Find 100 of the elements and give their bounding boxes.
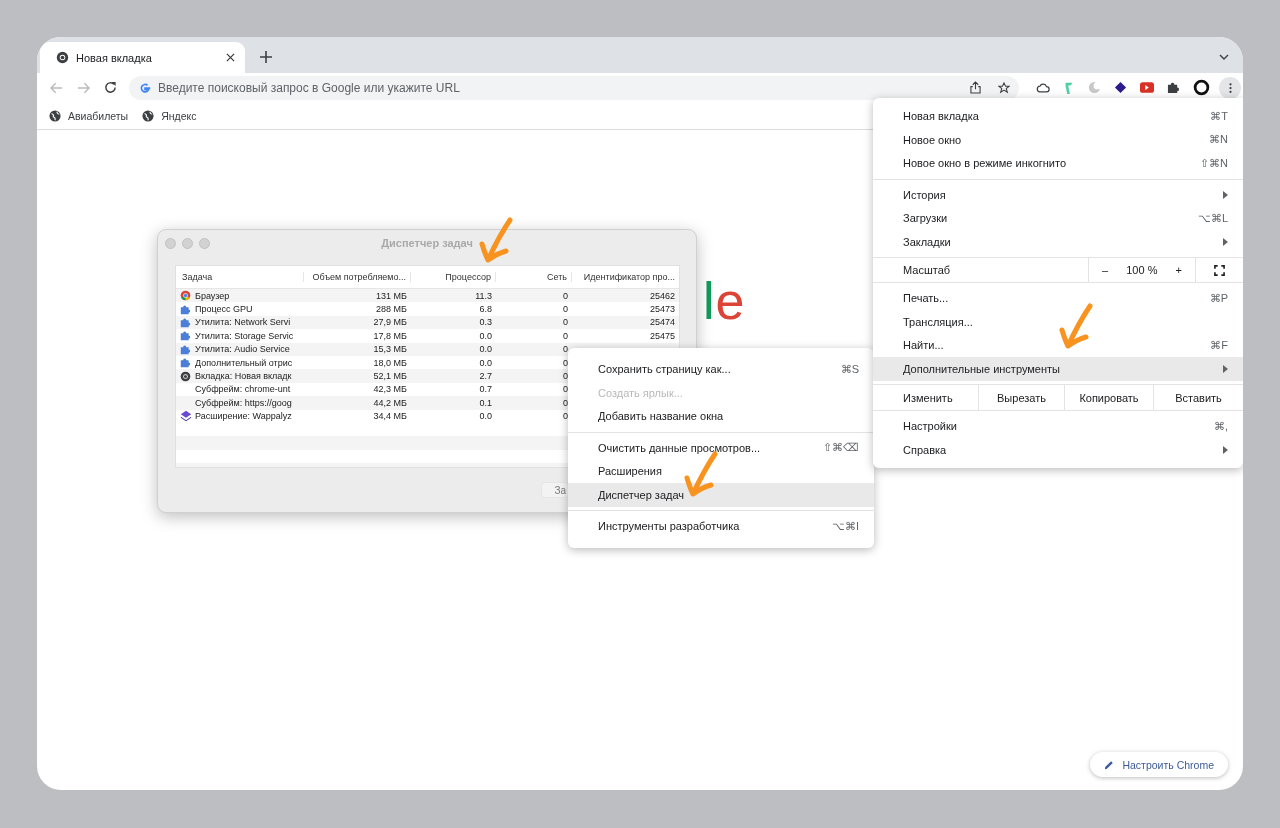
memory-cell-text: 17,8 МБ — [372, 330, 408, 341]
process-id-cell-text: 25475 — [648, 330, 676, 341]
puzzle-icon — [180, 303, 191, 315]
task-cell-text: Субфрейм: https://goog — [194, 397, 293, 408]
new-tab-icon[interactable] — [260, 51, 272, 63]
cpu-cell-text: 0.1 — [478, 397, 493, 408]
cpu-cell-text: 0.0 — [478, 330, 493, 341]
menu-item[interactable]: Закладки — [873, 230, 1243, 254]
menu-item[interactable]: Сохранить страницу как... ⌘S — [568, 357, 874, 381]
column-header[interactable]: Сеть — [496, 272, 572, 282]
memory-cell-text: 15,3 МБ — [372, 344, 408, 355]
process-id-cell-text: 25462 — [648, 290, 676, 301]
network-cell-text: 0 — [562, 344, 569, 355]
column-header[interactable]: Объем потребляемо... — [304, 272, 411, 282]
star-icon[interactable] — [998, 81, 1010, 94]
zoom-out-button[interactable]: – — [1099, 264, 1112, 276]
google-icon — [139, 81, 151, 94]
menu-item[interactable]: Новое окно в режиме инкогнито ⇧⌘N — [873, 151, 1243, 175]
chrome-icon — [56, 51, 69, 64]
task-cell: Расширение: Wappalyz — [176, 410, 304, 423]
browser-tab[interactable]: Новая вкладка — [40, 42, 245, 73]
network-cell-text: 0 — [562, 357, 569, 368]
globe-icon — [49, 109, 61, 122]
window-title: Диспетчер задач — [380, 237, 474, 249]
zoom-value: 100 % — [1126, 264, 1158, 276]
network-cell-text: 0 — [562, 397, 569, 408]
menu-item[interactable]: История — [873, 183, 1243, 207]
bookmark-item[interactable]: Авиабилеты — [49, 109, 129, 122]
cpu-cell-text: 2.7 — [478, 371, 493, 382]
menu-item[interactable]: Дополнительные инструменты — [873, 357, 1243, 381]
menu-item[interactable]: Расширения — [568, 459, 874, 483]
cpu-cell-text: 11.3 — [474, 290, 493, 301]
memory-cell-text: 131 МБ — [375, 290, 408, 301]
cpu-cell-text: 0.0 — [478, 357, 493, 368]
customize-button[interactable]: Настроить Chrome — [1090, 752, 1228, 777]
address-bar[interactable]: Введите поисковый запрос в Google или укажите URL — [129, 75, 1019, 100]
puzzle-icon — [180, 330, 191, 342]
process-id-cell-text: 25474 — [648, 317, 676, 328]
task-cell: Утилита: Network Servi — [176, 316, 304, 328]
share-icon[interactable] — [970, 81, 981, 94]
memory-cell-text: 18,0 МБ — [372, 357, 408, 368]
submenu-arrow-icon — [1223, 445, 1228, 454]
chevron-down-icon[interactable] — [1219, 54, 1229, 60]
menu-item[interactable]: Диспетчер задач — [568, 483, 874, 507]
submenu-arrow-icon — [1223, 190, 1228, 199]
menu-item[interactable]: Добавить название окна — [568, 404, 874, 428]
bookmark-item[interactable]: Яндекс — [142, 109, 197, 122]
task-cell: Утилита: Audio Service — [176, 343, 304, 355]
menu-item[interactable]: Настройки ⌘, — [873, 414, 1243, 438]
menu-item[interactable]: Найти... ⌘F — [873, 333, 1243, 357]
task-cell-text: Субфрейм: chrome-unt — [194, 384, 292, 395]
network-cell-text: 0 — [562, 384, 569, 395]
extension-icon[interactable] — [1113, 81, 1127, 94]
menu-icon[interactable] — [1219, 76, 1241, 99]
menu-item[interactable]: Трансляция... — [873, 310, 1243, 334]
cloud-icon[interactable] — [1035, 82, 1050, 93]
column-header[interactable]: Задача — [176, 272, 304, 282]
network-cell-text: 0 — [562, 290, 569, 301]
ring-icon[interactable] — [1192, 79, 1210, 96]
task-cell: Браузер — [176, 290, 304, 302]
cpu-cell-text: 6.8 — [478, 304, 493, 315]
menu-item[interactable]: Очистить данные просмотров... ⇧⌘⌫ — [568, 436, 874, 460]
column-header[interactable]: Идентификатор про... — [572, 272, 679, 282]
fullscreen-icon[interactable] — [1214, 264, 1225, 276]
menu-item[interactable]: Новое окно ⌘N — [873, 128, 1243, 152]
task-cell: Утилита: Storage Servic — [176, 330, 304, 342]
task-cell: Процесс GPU — [176, 303, 304, 315]
close-icon[interactable] — [226, 53, 235, 62]
column-header[interactable]: Процессор — [411, 272, 496, 282]
menu-item[interactable]: Инструменты разработчика ⌥⌘I — [568, 514, 874, 538]
cpu-cell-text: 0.3 — [478, 317, 493, 328]
logo-text: le — [703, 275, 746, 327]
memory-cell-text: 42,3 МБ — [372, 384, 408, 395]
network-cell-text: 0 — [562, 411, 569, 422]
puzzle-icon[interactable] — [1166, 81, 1180, 94]
cpu-cell-text: 0.0 — [478, 344, 493, 355]
menu-item[interactable]: Печать... ⌘P — [873, 286, 1243, 310]
menu-item[interactable]: Справка — [873, 438, 1243, 462]
puzzle-icon — [180, 316, 191, 328]
diamond-icon — [180, 410, 192, 423]
memory-cell-text: 52,1 МБ — [372, 371, 408, 382]
edit-action-button[interactable]: Вставить — [1153, 385, 1243, 410]
menu-item[interactable]: Загрузки ⌥⌘L — [873, 206, 1243, 230]
reload-icon[interactable] — [104, 81, 117, 94]
memory-cell-text: 288 МБ — [375, 304, 408, 315]
submenu-arrow-icon — [1223, 364, 1228, 373]
process-id-cell-text: 25473 — [648, 304, 676, 315]
task-cell: Дополнительный отрис — [176, 357, 304, 369]
cpu-cell-text: 0.0 — [478, 411, 493, 422]
memory-cell-text: 44,2 МБ — [372, 397, 408, 408]
network-cell-text: 0 — [562, 330, 569, 341]
puzzle-icon — [180, 343, 191, 355]
task-cell: Вкладка: Новая вкладк — [176, 370, 304, 382]
edit-label: Изменить — [902, 390, 954, 406]
end-process-button[interactable]: За — [541, 482, 569, 498]
memory-cell-text: 34,4 МБ — [372, 411, 408, 422]
address-field[interactable]: Введите поисковый запрос в Google или укажите URL — [158, 80, 953, 95]
menu-item[interactable]: Новая вкладка ⌘T — [873, 104, 1243, 128]
network-cell-text: 0 — [562, 317, 569, 328]
zoom-in-button[interactable]: + — [1172, 264, 1185, 276]
